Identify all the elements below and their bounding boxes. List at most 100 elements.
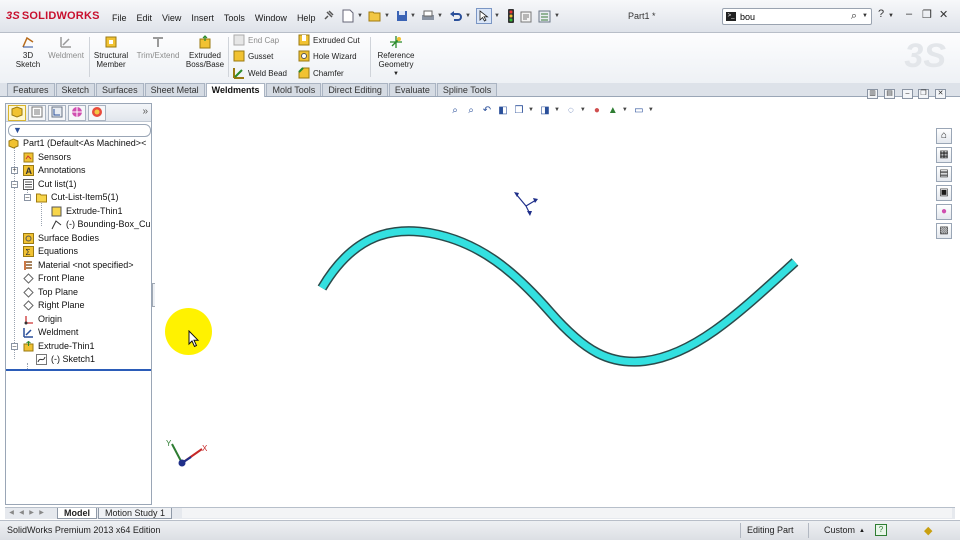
dropdown-icon[interactable]: ▼ [528, 107, 534, 113]
menu-file[interactable]: File [107, 11, 132, 25]
tree-item-extrude-thin[interactable]: – Extrude-Thin1 [6, 340, 151, 353]
units-dropdown-icon[interactable]: ▲ [859, 528, 865, 534]
restore-document-icon[interactable]: ❐ [918, 89, 929, 99]
tab-sheet-metal[interactable]: Sheet Metal [144, 83, 205, 96]
tree-filter[interactable]: ▼ [8, 124, 151, 137]
select-arrow-icon[interactable] [476, 8, 492, 24]
extruded-boss-button[interactable]: Extruded Boss/Base [185, 35, 225, 69]
menu-edit[interactable]: Edit [132, 11, 158, 25]
gusset-button[interactable]: Gusset [233, 49, 273, 63]
tag-icon[interactable]: ◆ [924, 524, 932, 537]
rebuild-icon[interactable] [503, 8, 519, 24]
undo-dropdown-icon[interactable]: ▼ [465, 13, 471, 19]
view-settings-icon[interactable]: ▭ [632, 104, 646, 117]
tree-item-weldment[interactable]: Weldment [6, 326, 151, 339]
weld-bead-button[interactable]: Weld Bead [233, 66, 287, 80]
rollback-bar[interactable] [6, 369, 151, 371]
next-tab-icon[interactable]: ▶ [27, 509, 36, 518]
appearances-icon[interactable]: ● [936, 204, 952, 220]
display-manager-tab-icon[interactable] [88, 105, 106, 121]
hole-wizard-button[interactable]: Hole Wizard [298, 49, 357, 63]
collapse-icon[interactable]: – [11, 181, 18, 188]
zoom-to-fit-icon[interactable]: ⌕ [448, 104, 462, 117]
tree-item-right-plane[interactable]: Right Plane [6, 299, 151, 312]
hide-show-items-icon[interactable]: ◌ [564, 104, 578, 117]
new-document-icon[interactable] [340, 8, 356, 24]
help-icon[interactable]: ? [878, 8, 884, 20]
collapse-icon[interactable]: – [24, 194, 31, 201]
dimxpert-tab-icon[interactable] [68, 105, 86, 121]
tab-weldments[interactable]: Weldments [205, 83, 266, 97]
tab-model[interactable]: Model [57, 508, 97, 519]
chamfer-button[interactable]: Chamfer [298, 66, 344, 80]
tree-item-part[interactable]: Part1 (Default<As Machined>< [6, 137, 151, 150]
tab-mold-tools[interactable]: Mold Tools [266, 83, 322, 96]
tab-surfaces[interactable]: Surfaces [96, 83, 144, 96]
tab-evaluate[interactable]: Evaluate [388, 83, 436, 96]
extrude-thin-curve[interactable] [317, 226, 799, 367]
weldment-button[interactable]: Weldment [46, 35, 86, 60]
reference-geometry-dropdown-icon[interactable]: ▼ [374, 70, 418, 79]
units-selector[interactable]: Custom [824, 525, 855, 535]
apply-scene-icon[interactable]: ▲ [606, 104, 620, 117]
tree-item-extrude-thin-body[interactable]: Extrude-Thin1 [6, 205, 151, 218]
print-dropdown-icon[interactable]: ▼ [437, 13, 443, 19]
solidworks-resources-icon[interactable]: ⌂ [936, 128, 952, 144]
save-icon[interactable] [394, 8, 410, 24]
save-dropdown-icon[interactable]: ▼ [410, 13, 416, 19]
tree-item-material[interactable]: Material <not specified> [6, 259, 151, 272]
tree-item-cut-list-item[interactable]: – Cut-List-Item5(1) [6, 191, 151, 204]
tree-item-bounding-box[interactable]: (-) Bounding-Box_Cu [6, 218, 151, 231]
tab-direct-editing[interactable]: Direct Editing [322, 83, 388, 96]
last-tab-icon[interactable]: ▶ [37, 509, 46, 518]
tab-motion-study[interactable]: Motion Study 1 [98, 508, 173, 519]
structural-member-button[interactable]: Structural Member [92, 35, 130, 69]
options-dropdown-icon[interactable]: ▼ [554, 13, 560, 19]
print-icon[interactable] [420, 8, 436, 24]
expand-icon[interactable]: + [11, 167, 18, 174]
tree-item-sketch1[interactable]: (-) Sketch1 [6, 353, 151, 366]
collapse-icon[interactable]: – [11, 343, 18, 350]
new-dropdown-icon[interactable]: ▼ [357, 13, 363, 19]
restore-icon[interactable]: ❐ [922, 8, 932, 21]
view-orientation-icon[interactable]: ❒ [512, 104, 526, 117]
menu-view[interactable]: View [157, 11, 186, 25]
horizontal-scrollbar[interactable] [182, 508, 952, 518]
dropdown-icon[interactable]: ▼ [554, 107, 560, 113]
close-icon[interactable]: ✕ [939, 8, 948, 21]
tree-item-origin[interactable]: Origin [6, 313, 151, 326]
zoom-to-area-icon[interactable]: ⌕ [464, 104, 478, 117]
edit-appearance-icon[interactable]: ● [590, 104, 604, 117]
tree-item-cut-list[interactable]: – Cut list(1) [6, 178, 151, 191]
tree-item-top-plane[interactable]: Top Plane [6, 286, 151, 299]
file-properties-icon[interactable] [518, 8, 534, 24]
dropdown-icon[interactable]: ▼ [580, 107, 586, 113]
tab-sketch[interactable]: Sketch [55, 83, 96, 96]
search-input[interactable] [740, 10, 840, 23]
options-icon[interactable] [536, 8, 552, 24]
end-cap-button[interactable]: End Cap [233, 33, 279, 47]
tab-spline-tools[interactable]: Spline Tools [436, 83, 498, 96]
feature-manager-tab-icon[interactable] [8, 105, 26, 121]
design-library-icon[interactable]: ▦ [936, 147, 952, 163]
minimize-icon[interactable]: – [906, 8, 912, 20]
tab-features[interactable]: Features [7, 83, 55, 96]
graphics-area[interactable]: X Y [155, 97, 933, 505]
select-dropdown-icon[interactable]: ▼ [494, 13, 500, 19]
menu-tools[interactable]: Tools [219, 11, 250, 25]
3d-sketch-button[interactable]: 3D Sketch [14, 35, 42, 69]
reference-geometry-button[interactable]: Reference Geometry ▼ [374, 35, 418, 79]
undo-icon[interactable] [448, 8, 464, 24]
configuration-manager-tab-icon[interactable] [48, 105, 66, 121]
display-style-icon[interactable]: ◨ [538, 104, 552, 117]
file-explorer-icon[interactable]: ▤ [936, 166, 952, 182]
previous-view-icon[interactable]: ↶ [480, 104, 494, 117]
help-status-icon[interactable]: ? [875, 524, 887, 536]
property-manager-tab-icon[interactable] [28, 105, 46, 121]
close-document-icon[interactable]: ✕ [935, 89, 946, 99]
search-icon[interactable]: ⌕ [851, 10, 857, 23]
help-dropdown-icon[interactable]: ▼ [888, 13, 894, 19]
prev-tab-icon[interactable]: ◀ [17, 509, 26, 518]
menu-insert[interactable]: Insert [186, 11, 219, 25]
section-view-icon[interactable]: ◧ [496, 104, 510, 117]
